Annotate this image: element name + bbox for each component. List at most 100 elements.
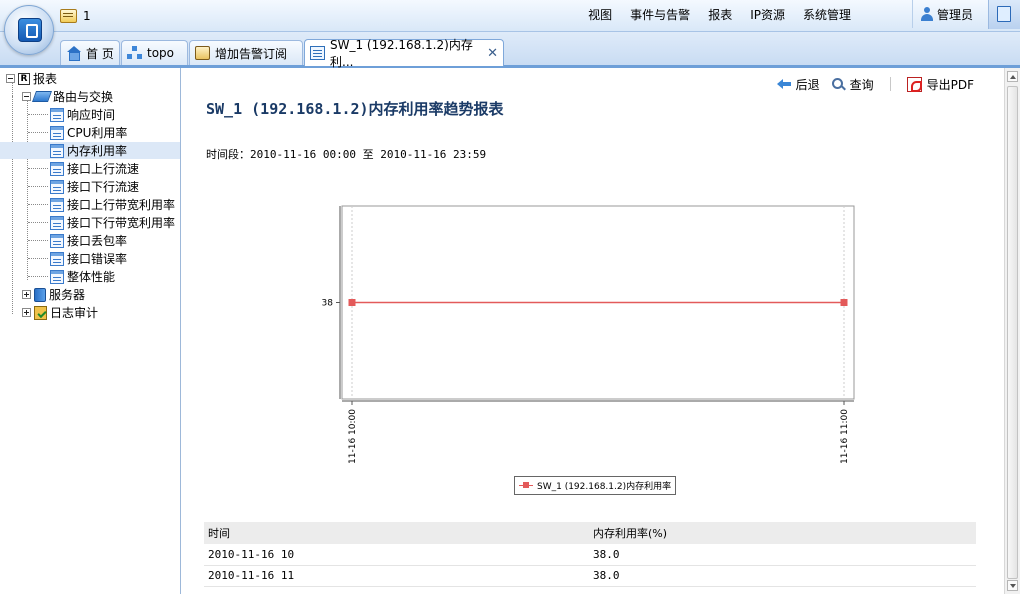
export-pdf-button[interactable]: 导出PDF bbox=[906, 76, 974, 93]
tree-label: 日志审计 bbox=[50, 306, 99, 320]
tree-label: 接口丢包率 bbox=[67, 234, 128, 248]
logo-mark-icon bbox=[18, 18, 42, 42]
vertical-scrollbar[interactable] bbox=[1004, 68, 1020, 594]
y-tick-label: 38 bbox=[322, 299, 334, 309]
column-header-memory: 内存利用率(%) bbox=[589, 522, 976, 544]
report-tree: R 报表 路由与交换 响应时间 CPU利用率 内存利用率 接口上行流速 接口下行… bbox=[0, 68, 181, 594]
menu-events-alarms[interactable]: 事件与告警 bbox=[621, 6, 699, 23]
network-switch-icon bbox=[31, 91, 53, 102]
column-header-time: 时间 bbox=[204, 522, 589, 544]
tree-label: 整体性能 bbox=[67, 270, 116, 284]
tab-label: 首 页 bbox=[86, 46, 114, 61]
table-row: 2010-11-16 10 38.0 bbox=[204, 544, 976, 566]
query-button[interactable]: 查询 bbox=[831, 76, 874, 93]
data-point bbox=[348, 299, 356, 306]
collapse-icon[interactable] bbox=[6, 74, 15, 83]
tree-label: 接口下行带宽利用率 bbox=[67, 216, 176, 230]
back-arrow-icon bbox=[776, 78, 791, 90]
data-point bbox=[840, 299, 848, 306]
tree-label: 接口下行流速 bbox=[67, 180, 140, 194]
tree-item-interface-up-rate[interactable]: 接口上行流速 bbox=[50, 160, 139, 177]
close-icon[interactable]: ✕ bbox=[487, 46, 498, 61]
tree-root-reports[interactable]: R 报表 bbox=[6, 70, 57, 87]
export-label: 导出PDF bbox=[926, 77, 974, 92]
report-doc-icon bbox=[50, 125, 64, 140]
chart-legend: SW_1 (192.168.1.2)内存利用率 bbox=[514, 476, 677, 495]
tab-memory-report[interactable]: SW_1 (192.168.1.2)内存利... ✕ bbox=[304, 38, 504, 69]
message-indicator[interactable]: 1 bbox=[60, 6, 91, 26]
scroll-down-icon[interactable] bbox=[1007, 580, 1018, 591]
user-menu[interactable]: 管理员 bbox=[912, 0, 984, 28]
report-doc-icon bbox=[50, 197, 64, 212]
tree-item-interface-error-rate[interactable]: 接口错误率 bbox=[50, 250, 127, 267]
tree-label: 路由与交换 bbox=[53, 90, 114, 104]
tree-item-interface-down-rate[interactable]: 接口下行流速 bbox=[50, 178, 139, 195]
tab-label: 增加告警订阅 bbox=[215, 46, 288, 61]
report-doc-icon bbox=[50, 179, 64, 194]
document-icon bbox=[997, 6, 1011, 22]
report-icon bbox=[310, 46, 325, 60]
table-cell-time: 2010-11-16 10 bbox=[204, 544, 589, 566]
report-doc-icon bbox=[50, 251, 64, 266]
user-icon bbox=[921, 7, 933, 21]
back-label: 后退 bbox=[795, 77, 820, 92]
tab-label: SW_1 (192.168.1.2)内存利... bbox=[330, 38, 473, 69]
report-title: SW_1 (192.168.1.2)内存利用率趋势报表 bbox=[206, 100, 504, 118]
tree-item-interface-down-bandwidth[interactable]: 接口下行带宽利用率 bbox=[50, 214, 175, 231]
server-icon bbox=[34, 287, 46, 302]
top-bar: 1 视图 事件与告警 报表 IP资源 系统管理 管理员 bbox=[0, 0, 1020, 32]
legend-label: SW_1 (192.168.1.2)内存利用率 bbox=[537, 482, 672, 492]
subscription-icon bbox=[195, 46, 210, 60]
back-button[interactable]: 后退 bbox=[776, 76, 820, 93]
table-header-row: 时间 内存利用率(%) bbox=[204, 522, 976, 544]
legend-marker-icon bbox=[519, 481, 533, 490]
report-panel: 后退 查询 导出PDF SW_1 (192.168.1.2)内存利用率趋势报表 … bbox=[182, 68, 1004, 594]
report-doc-icon bbox=[50, 215, 64, 230]
table-cell-value: 38.0 bbox=[589, 565, 976, 587]
report-doc-icon bbox=[50, 161, 64, 176]
toggle-panel-button[interactable] bbox=[988, 0, 1020, 29]
tree-label: 报表 bbox=[33, 72, 58, 86]
expand-icon[interactable] bbox=[22, 290, 31, 299]
tree-label: 响应时间 bbox=[67, 108, 116, 122]
tree-label: 接口上行流速 bbox=[67, 162, 140, 176]
toolbar-divider bbox=[889, 77, 891, 91]
collapse-icon[interactable] bbox=[22, 92, 31, 101]
menu-reports[interactable]: 报表 bbox=[699, 6, 741, 23]
log-audit-icon bbox=[34, 305, 47, 320]
envelope-icon bbox=[60, 9, 77, 23]
menu-system-admin[interactable]: 系统管理 bbox=[794, 6, 860, 23]
scroll-up-icon[interactable] bbox=[1007, 71, 1018, 82]
topology-icon bbox=[127, 46, 142, 60]
table-cell-value: 38.0 bbox=[589, 544, 976, 566]
tree-item-memory-utilization[interactable]: 内存利用率 bbox=[0, 142, 180, 159]
tab-topo[interactable]: topo bbox=[121, 40, 188, 65]
tree-item-response-time[interactable]: 响应时间 bbox=[50, 106, 115, 123]
report-doc-icon bbox=[50, 233, 64, 248]
tree-item-overall-performance[interactable]: 整体性能 bbox=[50, 268, 115, 285]
menu-view[interactable]: 视图 bbox=[579, 6, 621, 23]
main-menu: 视图 事件与告警 报表 IP资源 系统管理 bbox=[579, 0, 860, 28]
x-tick-label: 11-16 11:00 bbox=[840, 409, 850, 464]
user-name: 管理员 bbox=[937, 7, 974, 22]
tab-label: topo bbox=[147, 46, 175, 60]
tree-item-interface-up-bandwidth[interactable]: 接口上行带宽利用率 bbox=[50, 196, 175, 213]
menu-ip-resources[interactable]: IP资源 bbox=[741, 6, 794, 23]
report-actions: 后退 查询 导出PDF bbox=[776, 74, 974, 94]
app-logo bbox=[4, 5, 54, 55]
report-doc-icon bbox=[50, 107, 64, 122]
tree-label: 接口错误率 bbox=[67, 252, 128, 266]
tab-add-alarm-subscription[interactable]: 增加告警订阅 bbox=[189, 40, 303, 65]
tab-home[interactable]: 首 页 bbox=[60, 40, 120, 65]
tree-group-servers[interactable]: 服务器 bbox=[22, 286, 85, 303]
scroll-thumb[interactable] bbox=[1007, 86, 1018, 579]
tree-item-interface-packet-loss[interactable]: 接口丢包率 bbox=[50, 232, 127, 249]
tree-item-cpu-utilization[interactable]: CPU利用率 bbox=[50, 124, 127, 141]
tab-bar: 首 页 topo 增加告警订阅 SW_1 (192.168.1.2)内存利...… bbox=[0, 32, 1020, 69]
search-icon bbox=[831, 77, 845, 91]
tree-group-log-audit[interactable]: 日志审计 bbox=[22, 304, 98, 321]
memory-utilization-chart: 11-16 10:00 11-16 11:00 38 bbox=[322, 205, 855, 464]
tree-group-routing-switching[interactable]: 路由与交换 bbox=[22, 88, 113, 105]
expand-icon[interactable] bbox=[22, 308, 31, 317]
pdf-icon bbox=[906, 76, 922, 92]
